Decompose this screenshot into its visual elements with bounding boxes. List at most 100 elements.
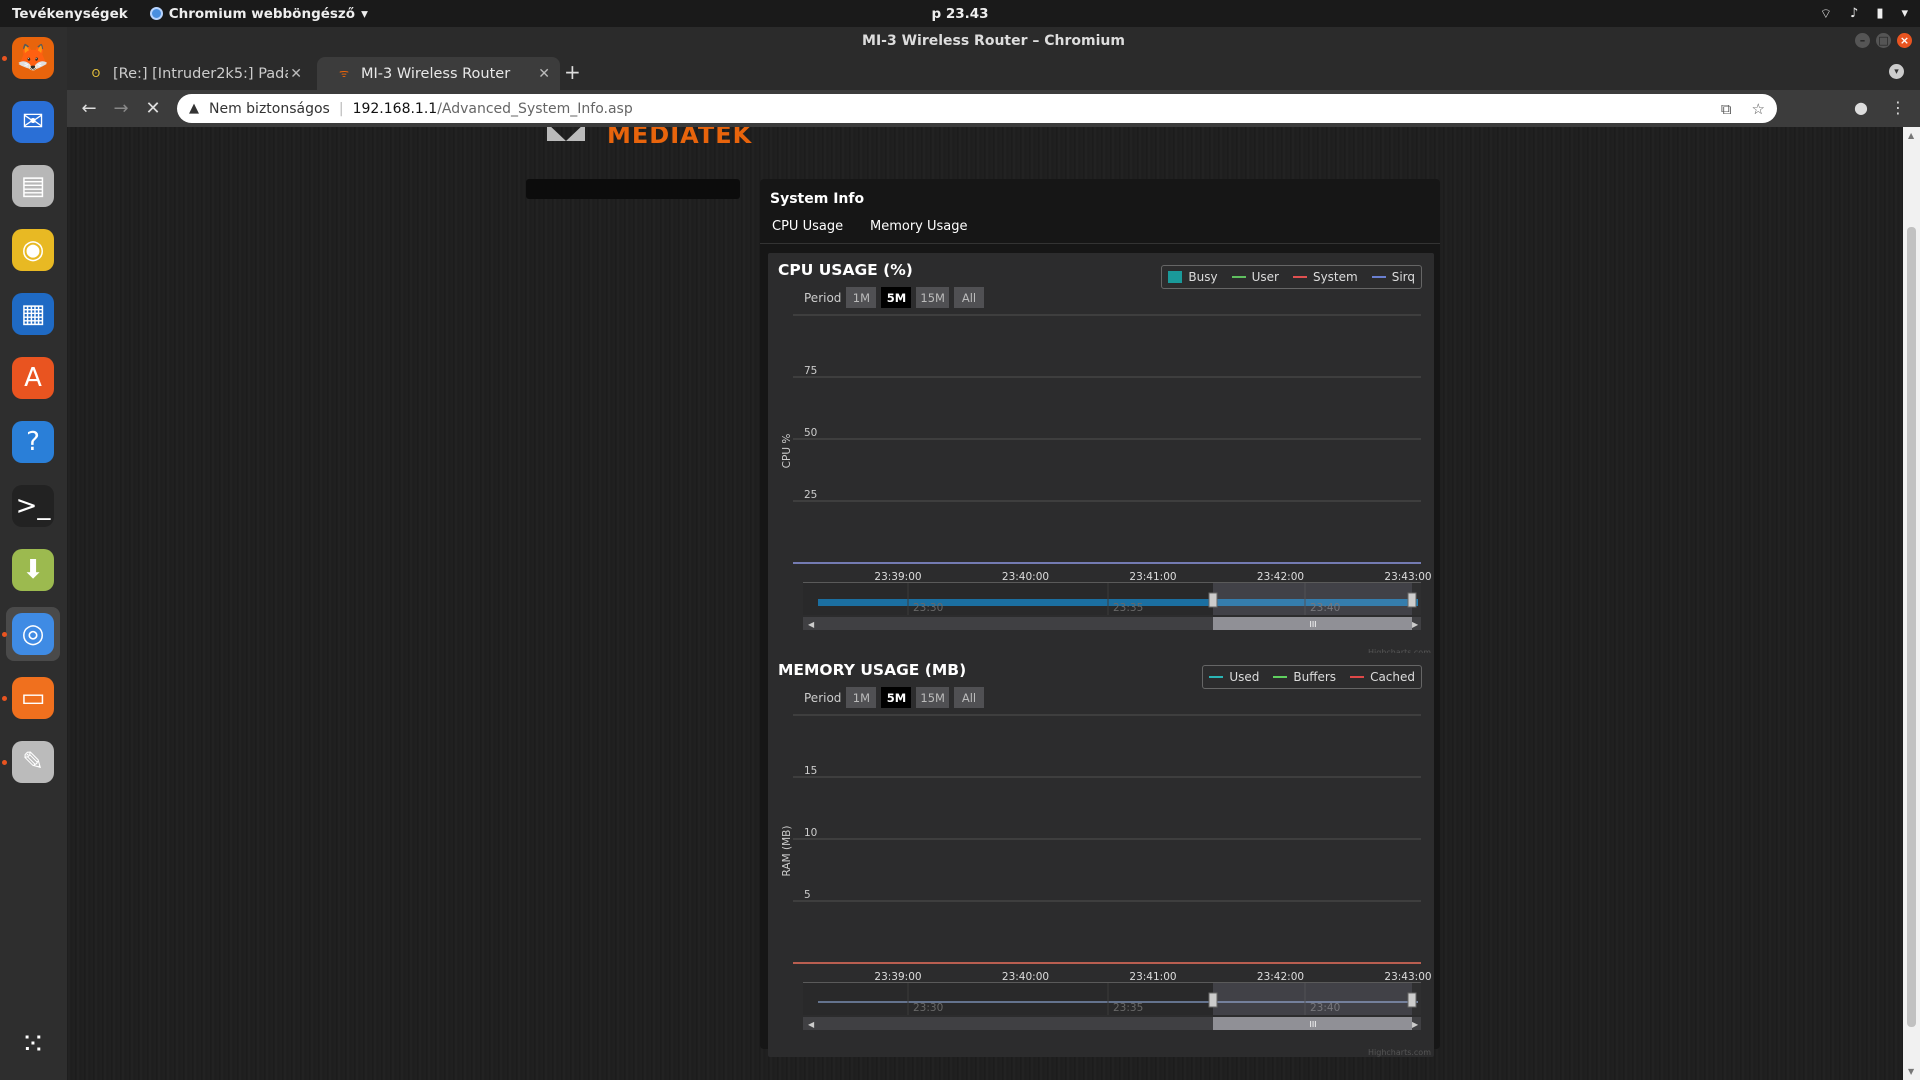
settings-tools-icon[interactable]: ✎ — [6, 735, 60, 789]
activities-button[interactable]: Tevékenységek — [12, 6, 128, 22]
scroll-grip-icon[interactable]: III — [1309, 1020, 1316, 1029]
period-button-all[interactable]: All — [953, 687, 984, 708]
navigator-scrollbar-thumb[interactable] — [1213, 1017, 1412, 1030]
legend-item-buffers[interactable]: Buffers — [1273, 670, 1336, 684]
firefox-icon-glyph: 🦊 — [12, 37, 54, 79]
writer-icon[interactable]: ▦ — [6, 287, 60, 341]
writer-icon-glyph: ▦ — [12, 293, 54, 335]
profile-icon[interactable]: ● — [1854, 98, 1868, 117]
software-center-icon-glyph: A — [12, 357, 54, 399]
security-label[interactable]: Nem biztonságos — [209, 101, 330, 117]
x-tick-label: 23:40:00 — [1002, 571, 1049, 583]
navigator-handle[interactable] — [1407, 592, 1417, 608]
clock[interactable]: p 23.43 — [931, 6, 988, 22]
terminal-icon[interactable]: >_ — [6, 479, 60, 533]
show-applications-icon[interactable]: ⁙ — [6, 1017, 60, 1071]
legend-swatch — [1273, 676, 1288, 678]
close-tab-icon[interactable]: ✕ — [538, 66, 550, 82]
scroll-grip-icon[interactable]: III — [1309, 620, 1316, 629]
stop-loading-icon[interactable]: ✕ — [137, 98, 169, 119]
forward-arrow-icon[interactable]: → — [105, 98, 137, 119]
tab-forum[interactable]: ʘ [Re:] [Intruder2k5:] Padav ✕ — [69, 57, 312, 90]
network-icon[interactable]: ⌔ — [1820, 6, 1832, 22]
y-tick-label: 50 — [804, 427, 817, 439]
navigator-selected-range — [1213, 983, 1412, 1015]
legend-item-cached[interactable]: Cached — [1350, 670, 1415, 684]
period-button-all[interactable]: All — [953, 287, 984, 308]
scroll-right-icon[interactable]: ▶ — [1412, 620, 1419, 629]
help-icon[interactable]: ? — [6, 415, 60, 469]
software-center-icon[interactable]: A — [6, 351, 60, 405]
legend-item-user[interactable]: User — [1231, 270, 1279, 284]
memory-usage-chart: MEMORY USAGE (MB) Period 1M 5M 15M All Used Buf… — [768, 653, 1434, 1057]
files-folder-icon[interactable]: ▭ — [6, 671, 60, 725]
warning-triangle-icon[interactable]: ▲ — [189, 101, 199, 116]
battery-icon[interactable]: ▮ — [1876, 6, 1883, 22]
scroll-left-icon[interactable]: ◀ — [808, 620, 815, 629]
close-window-icon[interactable]: × — [1897, 33, 1912, 48]
system-tray[interactable]: ⌔ ♪ ▮ ▾ — [1820, 6, 1908, 22]
period-button-15m[interactable]: 15M — [916, 687, 949, 708]
period-label: Period — [804, 690, 842, 705]
maximize-icon[interactable]: □ — [1876, 33, 1891, 48]
y-tick-label: 10 — [804, 827, 817, 839]
files-cabinet-icon[interactable]: ▤ — [6, 159, 60, 213]
system-menu-arrow-icon[interactable]: ▾ — [1901, 6, 1908, 22]
url-host[interactable]: 192.168.1.1 — [353, 101, 438, 117]
translate-icon[interactable]: ⧉ — [1721, 100, 1732, 118]
browser-menu-icon[interactable]: ⋮ — [1890, 98, 1906, 117]
thunderbird-icon[interactable]: ✉ — [6, 95, 60, 149]
tab-memory-usage[interactable]: Memory Usage — [870, 219, 968, 234]
mediatek-logo: MEDIATEK — [607, 127, 753, 149]
minimize-icon[interactable]: – — [1855, 33, 1870, 48]
new-tab-icon[interactable]: + — [564, 60, 581, 84]
browser-toolbar: ← → ✕ ▲ Nem biztonságos | 192.168.1.1/Ad… — [67, 90, 1920, 127]
app-menu[interactable]: Chromium webböngésző ▾ — [149, 6, 368, 22]
settings-tools-icon-glyph: ✎ — [12, 741, 54, 783]
tab-cpu-usage[interactable]: CPU Usage — [772, 219, 843, 234]
chromium-icon[interactable]: ◎ — [6, 607, 60, 661]
scroll-right-icon[interactable]: ▶ — [1412, 1020, 1419, 1029]
page-scrollbar[interactable]: ▲ ▼ — [1903, 127, 1920, 1080]
url-path[interactable]: /Advanced_System_Info.asp — [437, 101, 633, 117]
terminal-icon-glyph: >_ — [12, 485, 54, 527]
scroll-left-icon[interactable]: ◀ — [808, 1020, 815, 1029]
period-button-5m[interactable]: 5M — [881, 687, 912, 708]
scroll-thumb[interactable] — [1907, 227, 1916, 1027]
y-tick-label: 25 — [804, 489, 817, 501]
tab-router[interactable]: ᯤ MI-3 Wireless Router ✕ — [317, 57, 560, 90]
close-tab-icon[interactable]: ✕ — [290, 66, 302, 82]
y-tick-label: 15 — [804, 765, 817, 777]
scroll-down-icon[interactable]: ▼ — [1908, 1067, 1914, 1076]
navigator-scrollbar-thumb[interactable] — [1213, 617, 1412, 630]
legend-item-sirq[interactable]: Sirq — [1371, 270, 1415, 284]
navigator-handle[interactable] — [1208, 592, 1218, 608]
navigator-scrollbar-track[interactable] — [803, 1017, 1421, 1030]
chromium-icon-glyph: ◎ — [12, 613, 54, 655]
period-button-15m[interactable]: 15M — [916, 287, 949, 308]
archive-manager-icon[interactable]: ⬇ — [6, 543, 60, 597]
rhythmbox-icon[interactable]: ◉ — [6, 223, 60, 277]
tab-label: MI-3 Wireless Router — [361, 65, 511, 82]
tab-search-icon[interactable]: ▾ — [1889, 64, 1904, 79]
legend-item-busy[interactable]: Busy — [1168, 270, 1218, 284]
firefox-icon[interactable]: 🦊 — [6, 31, 60, 85]
legend-item-used[interactable]: Used — [1209, 670, 1259, 684]
scroll-up-icon[interactable]: ▲ — [1908, 131, 1914, 140]
address-bar[interactable]: ▲ Nem biztonságos | 192.168.1.1/Advanced… — [177, 94, 1777, 123]
highcharts-credits: Highcharts.com — [1368, 1048, 1431, 1057]
period-button-1m[interactable]: 1M — [846, 287, 877, 308]
period-button-1m[interactable]: 1M — [846, 687, 877, 708]
legend-item-system[interactable]: System — [1292, 270, 1358, 284]
bookmark-star-icon[interactable]: ☆ — [1752, 100, 1765, 118]
period-button-5m[interactable]: 5M — [881, 287, 912, 308]
navigator-scrollbar-track[interactable] — [803, 617, 1421, 630]
navigator-handle[interactable] — [1407, 992, 1417, 1008]
x-tick-label: 23:39:00 — [874, 571, 921, 583]
back-arrow-icon[interactable]: ← — [73, 98, 105, 119]
navigator-handle[interactable] — [1208, 992, 1218, 1008]
legend-swatch — [1350, 676, 1365, 678]
volume-icon[interactable]: ♪ — [1850, 6, 1858, 22]
period-label: Period — [804, 290, 842, 305]
y-tick-label: 75 — [804, 365, 817, 377]
